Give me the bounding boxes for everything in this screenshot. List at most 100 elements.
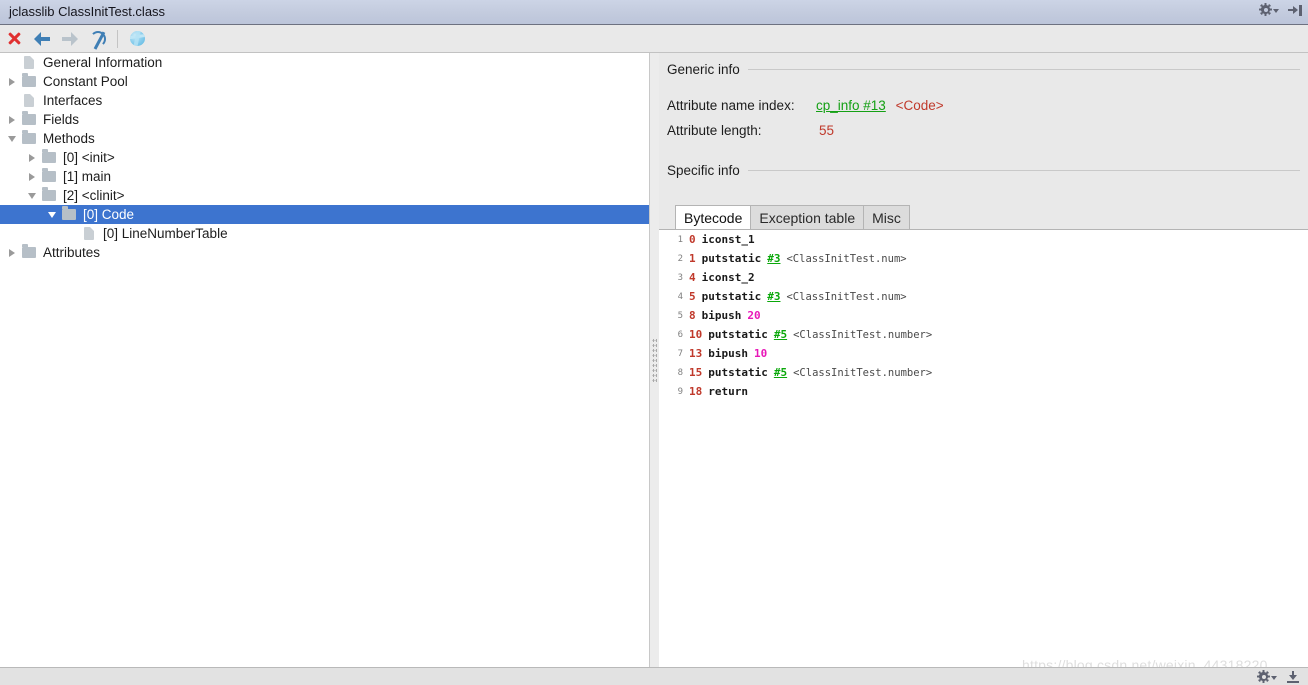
bytecode-offset: 0 <box>689 233 696 246</box>
bytecode-mnemonic: bipush <box>708 347 748 360</box>
chevron-down-icon[interactable] <box>44 205 60 224</box>
tree-item-label: [0] <init> <box>63 150 115 165</box>
tree-toggle-empty <box>4 53 20 72</box>
chevron-right-icon[interactable] <box>24 148 40 167</box>
download-icon[interactable] <box>1287 670 1300 683</box>
bytecode-listing[interactable]: 1 0 iconst_1 2 1 putstatic #3 <ClassInitTest.nu… <box>659 230 1308 667</box>
bytecode-literal: 20 <box>747 309 761 322</box>
browse-icon[interactable] <box>123 26 151 52</box>
bytecode-mnemonic: putstatic <box>701 252 762 265</box>
folder-icon <box>40 167 58 186</box>
bytecode-row[interactable]: 1 0 iconst_1 <box>659 230 1308 249</box>
toolbar-separator <box>117 29 118 48</box>
main-toolbar <box>0 25 1308 53</box>
tree-item[interactable]: General Information <box>0 53 649 72</box>
splitter-grip[interactable] <box>652 338 657 384</box>
bytecode-mnemonic: putstatic <box>701 290 762 303</box>
window-title: jclasslib ClassInitTest.class <box>9 4 166 19</box>
tree-item[interactable]: [2] <clinit> <box>0 186 649 205</box>
chevron-down-icon[interactable] <box>24 186 40 205</box>
attribute-name-index-suffix: <Code> <box>895 98 944 113</box>
close-icon[interactable] <box>0 26 28 52</box>
constant-pool-ref-link[interactable]: #3 <box>767 290 780 303</box>
line-number: 5 <box>677 310 683 321</box>
folder-icon <box>40 148 58 167</box>
bytecode-row[interactable]: 7 13 bipush 10 <box>659 344 1308 363</box>
tab-bytecode[interactable]: Bytecode <box>675 205 752 230</box>
panel-splitter[interactable] <box>650 53 659 667</box>
bytecode-row[interactable]: 2 1 putstatic #3 <ClassInitTest.num> <box>659 249 1308 268</box>
line-number: 1 <box>677 234 683 245</box>
page-icon <box>20 91 38 110</box>
tree-item-label: [1] main <box>63 169 112 184</box>
tree-item[interactable]: Methods <box>0 129 649 148</box>
bytecode-mnemonic: bipush <box>701 309 742 322</box>
tree-item[interactable]: Fields <box>0 110 649 129</box>
tree-item[interactable]: Constant Pool <box>0 72 649 91</box>
folder-icon <box>20 129 38 148</box>
tree-toggle-empty <box>4 91 20 110</box>
attribute-length-value: 55 <box>819 123 835 138</box>
tree-item-label: Methods <box>43 131 95 146</box>
chevron-down-icon[interactable] <box>1273 9 1279 13</box>
cp-info-link[interactable]: cp_info #13 <box>816 98 886 113</box>
bytecode-offset: 8 <box>689 309 696 322</box>
gear-icon[interactable] <box>1259 3 1279 16</box>
detail-tabs[interactable]: Bytecode Exception table Misc <box>675 204 910 230</box>
detail-panel: Generic info Attribute name index: cp_in… <box>659 53 1308 667</box>
bytecode-mnemonic: putstatic <box>708 328 768 341</box>
bytecode-row[interactable]: 6 10 putstatic #5 <ClassInitTest.number> <box>659 325 1308 344</box>
chevron-right-icon[interactable] <box>24 167 40 186</box>
forward-icon[interactable] <box>56 26 84 52</box>
chevron-right-icon[interactable] <box>4 243 20 262</box>
constant-pool-ref-link[interactable]: #3 <box>767 252 780 265</box>
tree-item[interactable]: [0] LineNumberTable <box>0 224 649 243</box>
gear-icon[interactable] <box>1257 670 1277 683</box>
folder-icon <box>20 243 38 262</box>
bytecode-row[interactable]: 5 8 bipush 20 <box>659 306 1308 325</box>
folder-icon <box>40 186 58 205</box>
attribute-length-label: Attribute length: <box>667 123 762 138</box>
tree-item-label: Interfaces <box>43 93 103 108</box>
chevron-right-icon[interactable] <box>4 110 20 129</box>
reload-icon[interactable] <box>84 26 112 52</box>
tree-item[interactable]: [0] Code <box>0 205 649 224</box>
bytecode-row[interactable]: 8 15 putstatic #5 <ClassInitTest.number> <box>659 363 1308 382</box>
status-bar <box>0 667 1308 685</box>
chevron-right-icon[interactable] <box>4 72 20 91</box>
title-bar-actions <box>1259 3 1302 16</box>
attribute-name-index-value: cp_info #13 <Code> <box>816 98 944 113</box>
tree-item[interactable]: Attributes <box>0 243 649 262</box>
back-icon[interactable] <box>28 26 56 52</box>
tree-item[interactable]: [0] <init> <box>0 148 649 167</box>
line-number: 9 <box>677 386 683 397</box>
line-number: 6 <box>677 329 683 340</box>
class-structure-tree[interactable]: General Information Constant Pool Interfac… <box>0 53 650 667</box>
bytecode-comment: <ClassInitTest.number> <box>793 366 933 379</box>
bytecode-offset: 13 <box>689 347 703 360</box>
line-number: 2 <box>677 253 683 264</box>
tab-misc[interactable]: Misc <box>863 205 910 230</box>
window-title-bar: jclasslib ClassInitTest.class <box>0 0 1308 25</box>
tree-item[interactable]: Interfaces <box>0 91 649 110</box>
chevron-down-icon[interactable] <box>1271 676 1277 680</box>
tree-item-label: Attributes <box>43 245 101 260</box>
chevron-down-icon[interactable] <box>4 129 20 148</box>
constant-pool-ref-link[interactable]: #5 <box>774 366 787 379</box>
bytecode-offset: 18 <box>689 385 703 398</box>
tree-item-label: Fields <box>43 112 80 127</box>
line-number: 3 <box>677 272 683 283</box>
specific-info-section-header: Specific info <box>667 163 1300 178</box>
bytecode-row[interactable]: 4 5 putstatic #3 <ClassInitTest.num> <box>659 287 1308 306</box>
hide-sidebar-icon[interactable] <box>1288 4 1302 16</box>
tab-exception-table[interactable]: Exception table <box>750 205 865 230</box>
tree-item-label: [0] LineNumberTable <box>103 226 228 241</box>
tree-toggle-empty <box>64 224 80 243</box>
bytecode-row[interactable]: 9 18 return <box>659 382 1308 401</box>
bytecode-row[interactable]: 3 4 iconst_2 <box>659 268 1308 287</box>
constant-pool-ref-link[interactable]: #5 <box>774 328 787 341</box>
tree-item-label: [0] Code <box>83 207 135 222</box>
tree-item[interactable]: [1] main <box>0 167 649 186</box>
tree-item-label: General Information <box>43 55 163 70</box>
bytecode-offset: 10 <box>689 328 703 341</box>
